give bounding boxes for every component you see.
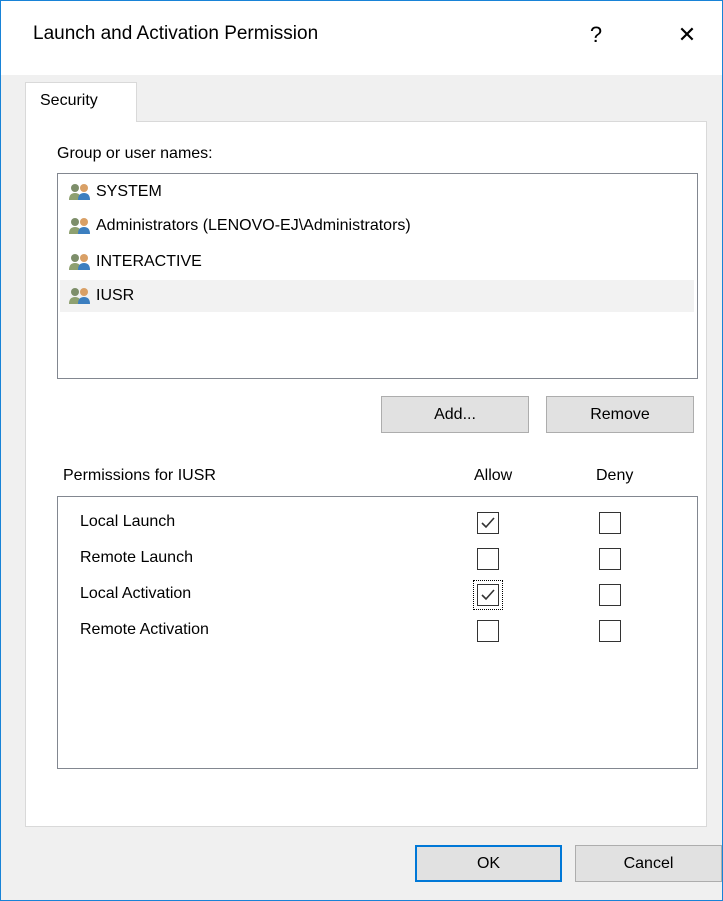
deny-checkbox[interactable] [599, 548, 621, 570]
users-icon [69, 254, 90, 270]
user-list[interactable]: SYSTEM Administrators (LENOVO-EJ\Adminis… [57, 173, 698, 379]
allow-column-header: Allow [474, 467, 513, 484]
list-item[interactable]: Administrators (LENOVO-EJ\Administrators… [60, 210, 694, 242]
permission-row: Local Launch [58, 505, 697, 541]
permission-name: Remote Activation [80, 621, 209, 638]
allow-checkbox[interactable] [477, 584, 499, 606]
cancel-button[interactable]: Cancel [575, 845, 722, 882]
user-name: SYSTEM [96, 183, 162, 200]
close-button[interactable]: ✕ [667, 15, 707, 55]
allow-checkbox[interactable] [477, 548, 499, 570]
close-icon: ✕ [677, 22, 697, 47]
permissions-list: Local Launch Remote Launch Local Activat… [57, 496, 698, 769]
user-name: INTERACTIVE [96, 253, 202, 270]
permission-row: Local Activation [58, 577, 697, 613]
user-name: Administrators (LENOVO-EJ\Administrators… [96, 217, 411, 234]
deny-checkbox[interactable] [599, 512, 621, 534]
allow-checkbox[interactable] [477, 512, 499, 534]
list-item[interactable]: IUSR [60, 280, 694, 312]
permission-name: Local Launch [80, 513, 176, 530]
tab-security-label: Security [40, 92, 98, 109]
permission-row: Remote Launch [58, 541, 697, 577]
deny-column-header: Deny [596, 467, 634, 484]
list-item[interactable]: INTERACTIVE [60, 246, 694, 278]
deny-checkbox[interactable] [599, 620, 621, 642]
permissions-for-label: Permissions for IUSR [63, 467, 216, 484]
remove-button[interactable]: Remove [546, 396, 694, 433]
help-icon: ? [589, 22, 603, 47]
permission-name: Remote Launch [80, 549, 193, 566]
ok-button[interactable]: OK [415, 845, 562, 882]
dialog-title: Launch and Activation Permission [33, 23, 319, 44]
list-item[interactable]: SYSTEM [60, 176, 694, 208]
users-icon [69, 288, 90, 304]
deny-checkbox[interactable] [599, 584, 621, 606]
allow-checkbox[interactable] [477, 620, 499, 642]
permission-row: Remote Activation [58, 613, 697, 649]
title-bar: Launch and Activation Permission ? ✕ [1, 1, 722, 75]
users-icon [69, 184, 90, 200]
checkmark-icon [481, 517, 495, 529]
add-button[interactable]: Add... [381, 396, 529, 433]
users-icon [69, 218, 90, 234]
user-name: IUSR [96, 287, 135, 304]
dialog-window: Launch and Activation Permission ? ✕ Sec… [0, 0, 723, 901]
tab-security[interactable]: Security [25, 82, 137, 122]
checkmark-icon [481, 589, 495, 601]
permission-name: Local Activation [80, 585, 192, 602]
help-button[interactable]: ? [576, 15, 616, 55]
group-or-user-names-label: Group or user names: [57, 145, 213, 162]
